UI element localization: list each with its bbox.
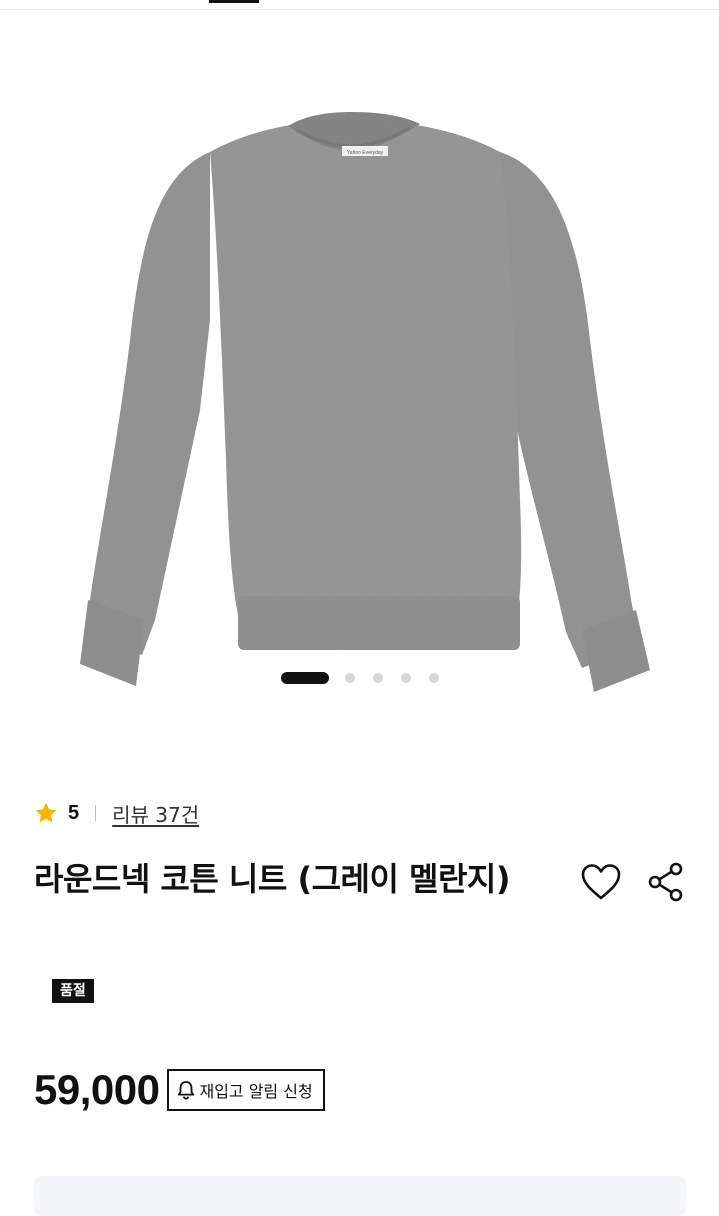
rating-score: 5 xyxy=(68,801,80,824)
info-panel xyxy=(34,1176,686,1216)
sold-out-badge: 품절 xyxy=(52,979,94,1003)
share-button[interactable] xyxy=(644,860,688,904)
price-row: 59,000 재입고 알림 신청 xyxy=(34,1066,325,1114)
review-count-link[interactable]: 리뷰 37건 xyxy=(112,799,199,828)
product-image-gallery[interactable]: Yahoo Everyday xyxy=(0,10,719,710)
star-icon xyxy=(34,801,58,825)
pager-dot-5[interactable] xyxy=(429,673,439,683)
pager-dot-3[interactable] xyxy=(373,673,383,683)
rating-divider xyxy=(95,805,97,821)
share-icon xyxy=(647,862,685,902)
product-title: 라운드넥 코튼 니트 (그레이 멜란지) xyxy=(34,860,510,898)
wishlist-button[interactable] xyxy=(579,860,623,904)
gallery-pager xyxy=(0,672,719,684)
bell-icon xyxy=(177,1080,195,1100)
heart-icon xyxy=(580,863,622,901)
restock-alert-label: 재입고 알림 신청 xyxy=(199,1082,313,1101)
product-image: Yahoo Everyday xyxy=(80,112,650,692)
product-price: 59,000 xyxy=(34,1066,160,1113)
restock-alert-button[interactable]: 재입고 알림 신청 xyxy=(167,1069,325,1111)
pager-dot-1[interactable] xyxy=(281,672,329,684)
garment-label-text: Yahoo Everyday xyxy=(347,150,384,156)
tab-indicator xyxy=(209,0,259,3)
rating-row: 5 리뷰 37건 xyxy=(34,796,199,830)
pager-dot-2[interactable] xyxy=(345,673,355,683)
pager-dot-4[interactable] xyxy=(401,673,411,683)
